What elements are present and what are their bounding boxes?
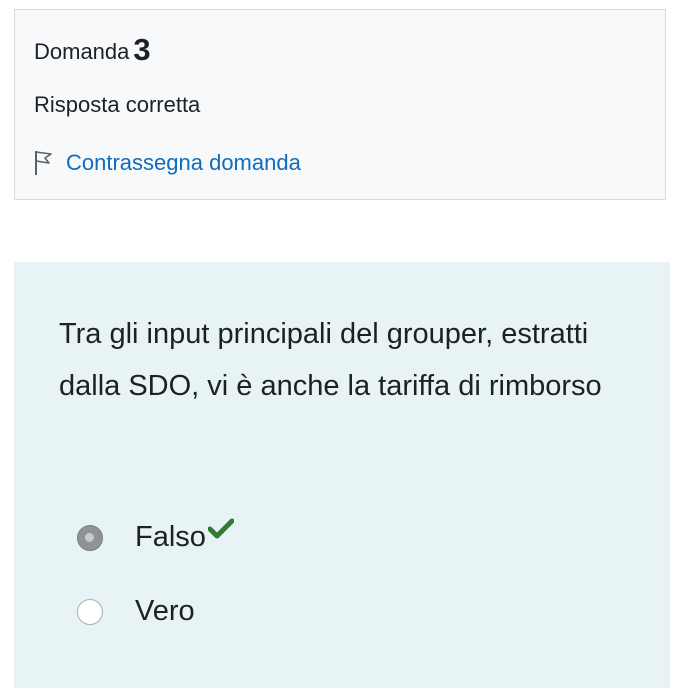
question-text: Tra gli input principali del grouper, es…	[59, 318, 602, 402]
answer-radio-vero[interactable]	[77, 598, 103, 625]
check-icon	[207, 518, 234, 538]
answer-radio-falso[interactable]	[77, 524, 103, 551]
question-info-panel: Domanda 3 Risposta corretta Contrassegna …	[14, 9, 666, 200]
answer-option-vero[interactable]: Vero	[77, 595, 195, 628]
flag-icon	[35, 151, 52, 175]
question-number-value: 3	[133, 32, 151, 67]
flag-question-link[interactable]: Contrassegna domanda	[34, 150, 301, 176]
question-state: Risposta corretta	[34, 92, 201, 117]
flag-question-label[interactable]: Contrassegna domanda	[66, 150, 301, 176]
question-number: Domanda 3	[34, 32, 151, 68]
answer-option-falso[interactable]: Falso	[77, 518, 234, 554]
answer-label-falso[interactable]: Falso	[135, 521, 206, 554]
question-label: Domanda	[34, 39, 130, 64]
question-content: Tra gli input principali del grouper, es…	[14, 262, 670, 688]
answer-label-vero[interactable]: Vero	[135, 595, 195, 628]
